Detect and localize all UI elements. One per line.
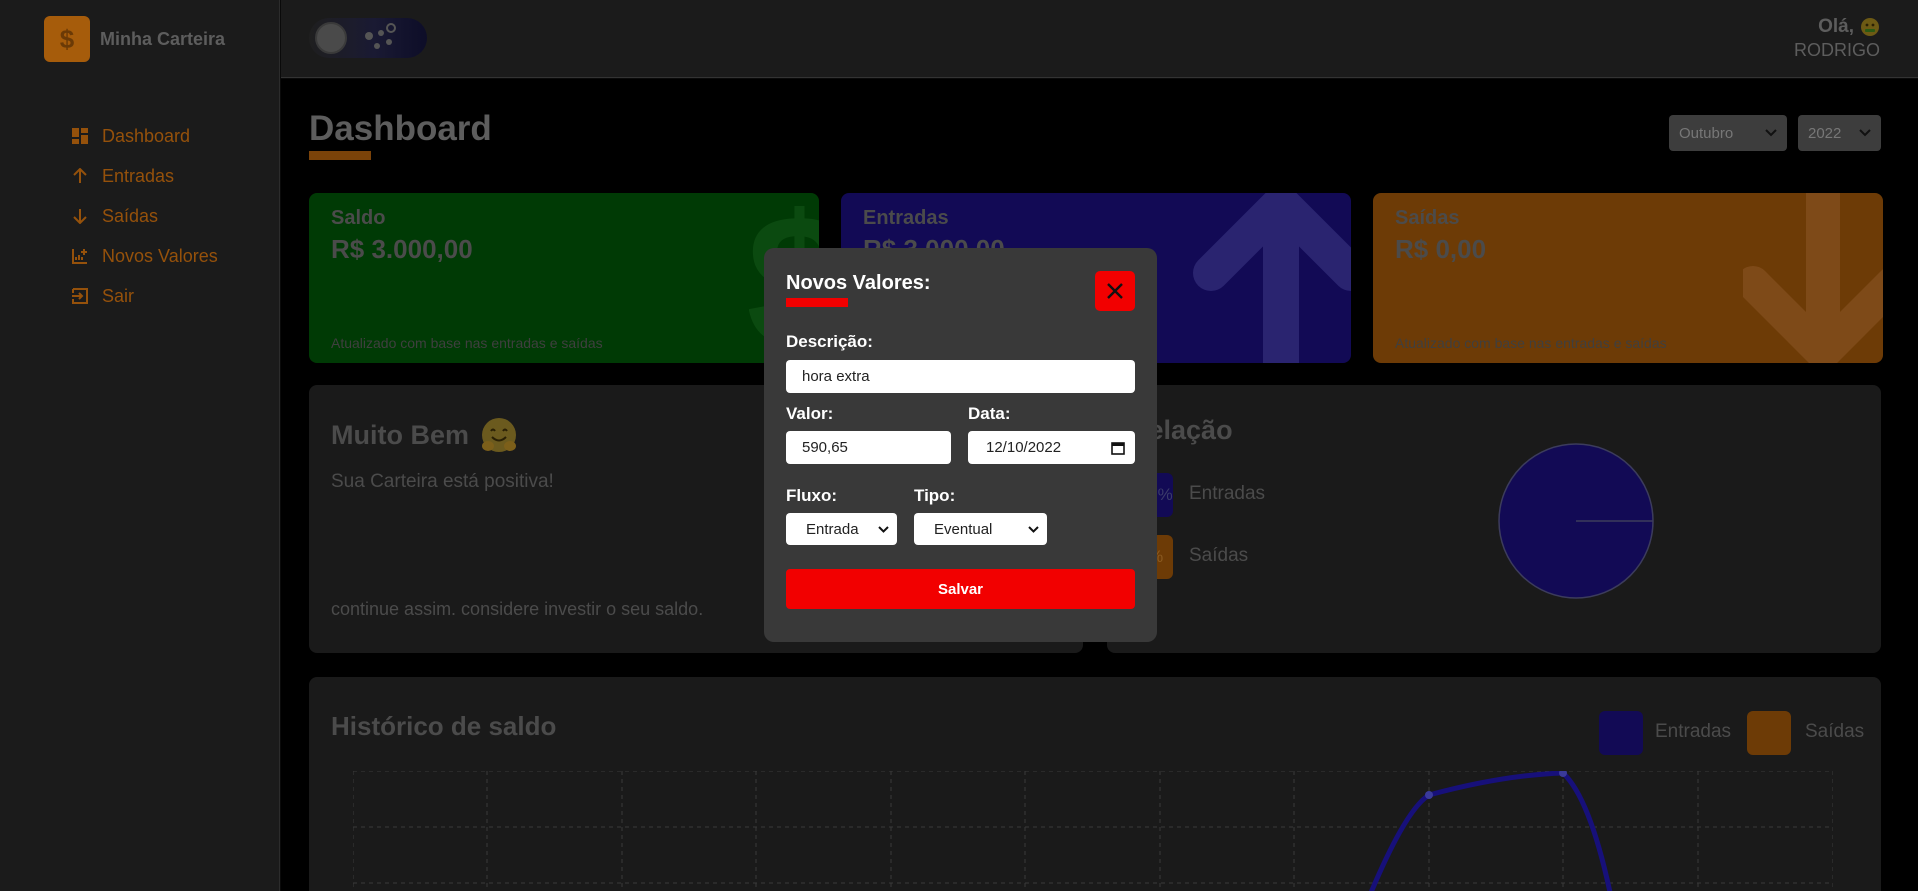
stars-icon bbox=[365, 23, 396, 49]
flow-label: Fluxo: bbox=[786, 486, 837, 505]
description-label: Descrição: bbox=[786, 332, 873, 351]
month-select[interactable]: Outubro bbox=[1669, 115, 1787, 151]
sidebar-item-dashboard[interactable]: Dashboard bbox=[70, 116, 218, 156]
history-title: Histórico de saldo bbox=[331, 711, 557, 741]
dashboard-icon bbox=[70, 126, 90, 146]
type-label: Tipo: bbox=[914, 486, 956, 505]
flow-select[interactable]: Entrada bbox=[786, 513, 897, 545]
sidebar-item-label: Sair bbox=[102, 285, 135, 306]
date-input[interactable]: 12/10/2022 bbox=[968, 431, 1135, 464]
relation-panel: Relação 100% Entradas 0% Saídas bbox=[1107, 385, 1881, 653]
type-value: Eventual bbox=[934, 520, 993, 538]
brand: $ Minha Carteira bbox=[44, 16, 225, 62]
sidebar-item-label: Saídas bbox=[102, 205, 159, 226]
message-text: Sua Carteira está positiva! bbox=[331, 471, 554, 492]
pie-chart bbox=[1498, 443, 1654, 599]
card-value: R$ 3.000,00 bbox=[331, 234, 473, 264]
smiley-icon bbox=[1861, 18, 1879, 36]
svg-text:$: $ bbox=[60, 24, 75, 54]
theme-toggle[interactable] bbox=[309, 18, 427, 58]
greeting-text: Olá, bbox=[1818, 16, 1854, 37]
top-header: Olá, RODRIGO bbox=[281, 0, 1918, 78]
sidebar-item-entradas[interactable]: Entradas bbox=[70, 156, 218, 196]
new-values-modal: Novos Valores: Descrição: hora extra Val… bbox=[764, 248, 1157, 642]
chart-grid bbox=[353, 771, 1833, 891]
history-legend-saidas-swatch bbox=[1747, 711, 1791, 755]
close-button[interactable] bbox=[1095, 271, 1135, 311]
modal-title: Novos Valores: bbox=[786, 272, 931, 294]
card-note: Atualizado com base nas entradas e saída… bbox=[1395, 335, 1667, 351]
sidebar-item-novos-valores[interactable]: Novos Valores bbox=[70, 236, 218, 276]
history-line-chart bbox=[353, 771, 1833, 891]
value-input[interactable]: 590,65 bbox=[786, 431, 951, 464]
card-saldo: $ Saldo R$ 3.000,00 Atualizado com base … bbox=[309, 193, 819, 363]
sidebar-item-sair[interactable]: Sair bbox=[70, 276, 218, 316]
hugging-face-icon bbox=[482, 418, 516, 452]
history-legend-entradas-swatch bbox=[1599, 711, 1643, 755]
month-value: Outubro bbox=[1679, 124, 1734, 142]
sidebar: $ Minha Carteira Dashboard Entradas Saíd… bbox=[0, 0, 280, 891]
message-title: Muito Bem bbox=[331, 419, 469, 450]
arrow-down-icon bbox=[1743, 193, 1883, 363]
legend-entradas-label: Entradas bbox=[1189, 483, 1266, 504]
sidebar-item-saidas[interactable]: Saídas bbox=[70, 196, 218, 236]
user-name: RODRIGO bbox=[1793, 40, 1880, 60]
arrow-up-icon bbox=[70, 166, 90, 186]
save-button[interactable]: Salvar bbox=[786, 569, 1135, 609]
description-input[interactable]: hora extra bbox=[786, 360, 1135, 393]
app-root: $ Minha Carteira Dashboard Entradas Saíd… bbox=[0, 0, 1918, 891]
close-icon bbox=[1107, 283, 1123, 299]
date-value: 12/10/2022 bbox=[986, 439, 1062, 456]
chevron-down-icon bbox=[1859, 129, 1871, 137]
dollar-icon: $ bbox=[44, 16, 90, 62]
year-value: 2022 bbox=[1808, 124, 1842, 142]
sidebar-item-label: Novos Valores bbox=[102, 245, 218, 266]
year-select[interactable]: 2022 bbox=[1798, 115, 1881, 151]
sidebar-menu: Dashboard Entradas Saídas Novos Valores bbox=[70, 116, 218, 316]
arrow-up-icon bbox=[1193, 193, 1351, 363]
message-title-row: Muito Bem bbox=[331, 415, 519, 455]
modal-title-underline bbox=[786, 298, 848, 307]
message-footer: continue assim. considere investir o seu… bbox=[331, 599, 704, 619]
card-title: Saldo bbox=[331, 207, 386, 229]
history-panel: Histórico de saldo Entradas Saídas bbox=[309, 677, 1881, 891]
series-point bbox=[1425, 791, 1433, 799]
chevron-down-icon bbox=[878, 525, 889, 533]
series-entradas-line bbox=[1368, 771, 1613, 891]
brand-title: Minha Carteira bbox=[100, 28, 226, 49]
value-label: Valor: bbox=[786, 404, 834, 423]
page-title: Dashboard bbox=[309, 109, 492, 148]
chart-add-icon bbox=[70, 246, 90, 266]
flow-value: Entrada bbox=[806, 520, 859, 538]
type-select[interactable]: Eventual bbox=[914, 513, 1047, 545]
sidebar-item-label: Entradas bbox=[102, 165, 175, 186]
history-legend-saidas-label: Saídas bbox=[1805, 721, 1865, 742]
chevron-down-icon bbox=[1028, 525, 1039, 533]
legend-saidas-label: Saídas bbox=[1189, 545, 1249, 566]
calendar-icon[interactable] bbox=[1111, 441, 1125, 455]
toggle-knob bbox=[315, 22, 347, 54]
sidebar-item-label: Dashboard bbox=[102, 125, 191, 146]
date-label: Data: bbox=[968, 404, 1011, 423]
greeting-line: Olá, bbox=[1794, 16, 1880, 38]
title-underline bbox=[309, 151, 371, 160]
card-note: Atualizado com base nas entradas e saída… bbox=[331, 335, 603, 351]
user-greeting: Olá, RODRIGO bbox=[1794, 16, 1880, 61]
arrow-down-icon bbox=[70, 206, 90, 226]
chevron-down-icon bbox=[1765, 129, 1777, 137]
exit-icon bbox=[70, 286, 90, 306]
card-saidas: Saídas R$ 0,00 Atualizado com base nas e… bbox=[1373, 193, 1883, 363]
history-legend-entradas-label: Entradas bbox=[1655, 721, 1732, 742]
